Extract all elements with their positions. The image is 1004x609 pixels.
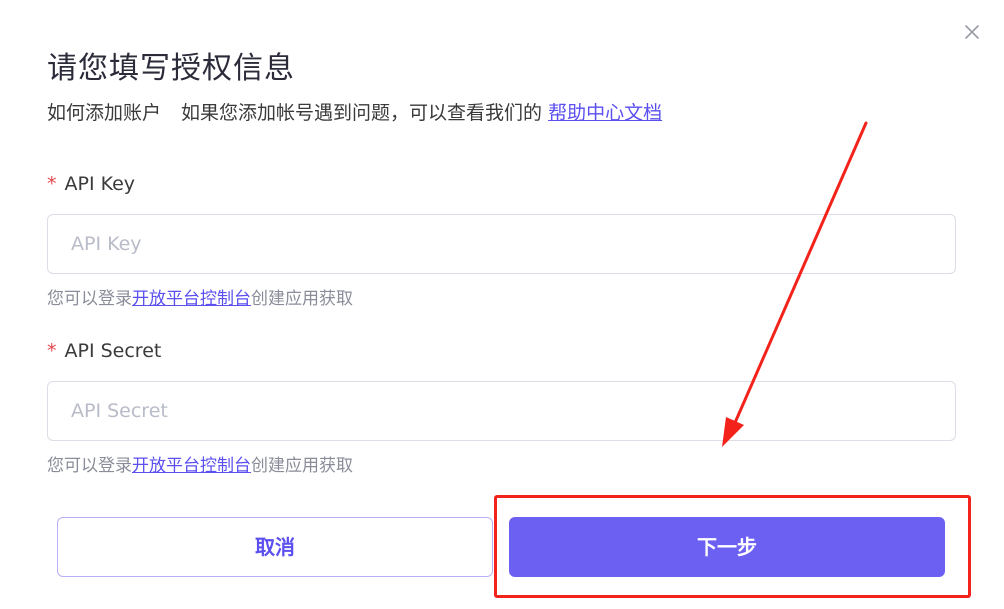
api-key-input[interactable]: [47, 214, 956, 274]
close-icon: [965, 25, 979, 39]
open-platform-console-link[interactable]: 开放平台控制台: [132, 289, 251, 309]
api-secret-label: * API Secret: [47, 340, 161, 362]
api-secret-input[interactable]: [47, 381, 956, 441]
api-key-hint: 您可以登录开放平台控制台创建应用获取: [47, 284, 353, 309]
api-key-label-text: API Key: [64, 173, 136, 195]
api-secret-hint: 您可以登录开放平台控制台创建应用获取: [47, 451, 353, 476]
hint-suffix: 创建应用获取: [251, 289, 353, 309]
api-key-label: * API Key: [47, 173, 135, 195]
hint-suffix: 创建应用获取: [251, 456, 353, 476]
hint-prefix: 您可以登录: [47, 289, 132, 309]
cancel-button[interactable]: 取消: [57, 517, 493, 577]
open-platform-console-link[interactable]: 开放平台控制台: [132, 456, 251, 476]
close-button[interactable]: [962, 22, 982, 42]
required-mark: *: [47, 173, 57, 195]
dialog-title: 请您填写授权信息: [47, 51, 295, 86]
next-step-button[interactable]: 下一步: [509, 517, 945, 577]
subtitle-prefix: 如何添加账户: [47, 102, 162, 124]
required-mark: *: [47, 340, 57, 362]
help-center-link[interactable]: 帮助中心文档: [548, 102, 662, 124]
hint-prefix: 您可以登录: [47, 456, 132, 476]
dialog-subtitle: 如何添加账户 如果您添加帐号遇到问题，可以查看我们的 帮助中心文档: [47, 98, 662, 125]
subtitle-text: 如果您添加帐号遇到问题，可以查看我们的: [181, 102, 543, 124]
api-secret-label-text: API Secret: [64, 340, 162, 362]
